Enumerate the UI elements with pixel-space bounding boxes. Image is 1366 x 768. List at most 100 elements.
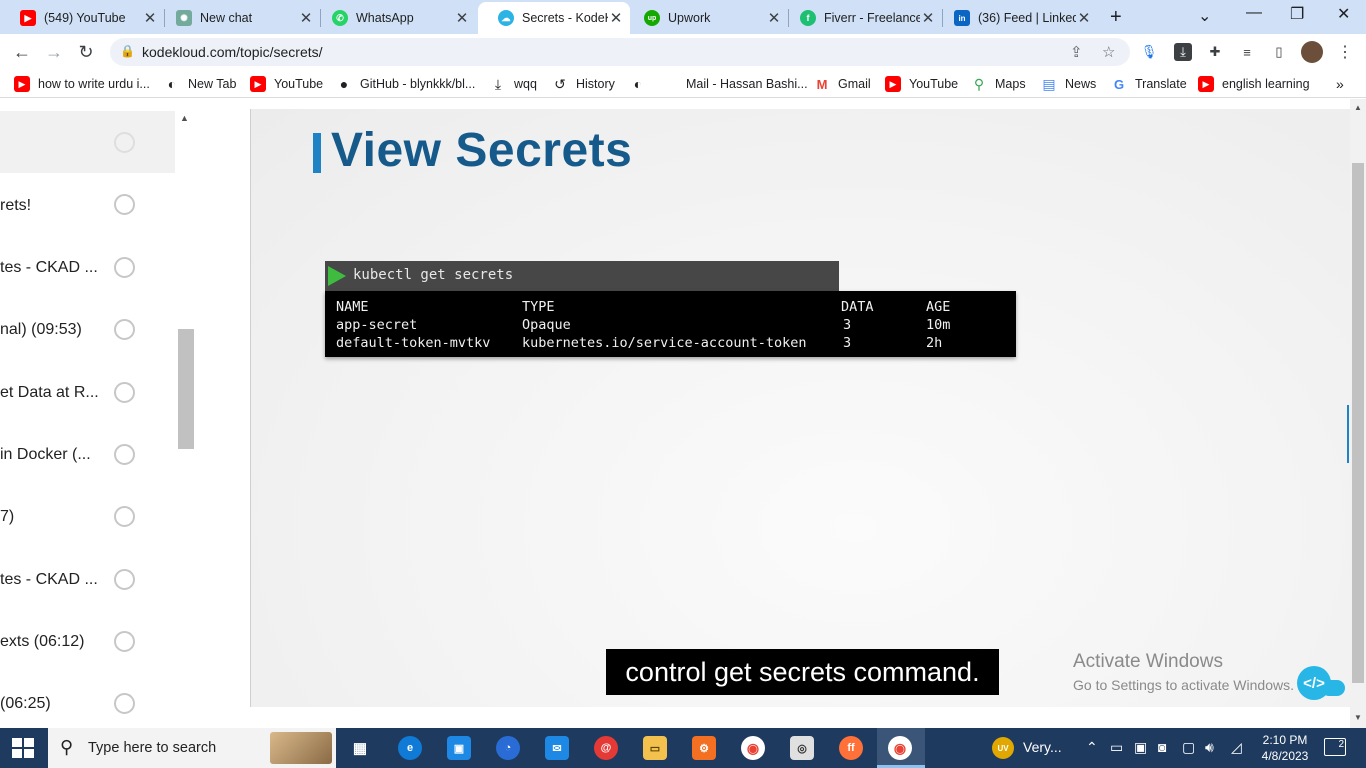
tab-upwork[interactable]: up Upwork ✕ — [624, 2, 788, 34]
app-gear-icon[interactable]: ⚙ — [692, 736, 716, 760]
close-icon[interactable]: ✕ — [454, 9, 470, 27]
completion-circle-icon[interactable] — [114, 132, 135, 153]
notifications-icon[interactable]: 2 — [1324, 738, 1346, 756]
lesson-item[interactable]: et Data at R... — [0, 361, 175, 423]
edge-beta-icon[interactable]: ◔ — [496, 736, 520, 760]
microsoft-store-icon[interactable]: ▣ — [447, 736, 471, 760]
chevron-up-icon[interactable]: ⌃ — [1086, 739, 1098, 756]
bookmark-item[interactable]: ▶ YouTube — [885, 76, 958, 92]
bookmark-item[interactable]: G Translate — [1111, 76, 1187, 92]
lesson-item[interactable]: 7) — [0, 485, 175, 547]
completion-circle-icon[interactable] — [114, 194, 135, 215]
side-drawer-handle[interactable] — [1347, 405, 1349, 463]
menu-icon[interactable]: ⋮ — [1336, 43, 1354, 61]
scroll-down-arrow-icon[interactable]: ▼ — [1354, 713, 1362, 722]
profile-avatar[interactable] — [1301, 41, 1323, 63]
wifi-icon[interactable]: ◿ — [1231, 739, 1242, 756]
volume-icon[interactable]: 🔊︎ — [1205, 739, 1214, 756]
bookmark-star-icon[interactable]: ☆ — [1102, 43, 1115, 61]
system-clock[interactable]: 2:10 PM 4/8/2023 — [1250, 732, 1320, 764]
lesson-item[interactable]: exts (06:12) — [0, 610, 175, 672]
lesson-item[interactable]: rets! — [0, 173, 175, 235]
bookmark-item[interactable]: M Gmail — [814, 76, 871, 92]
share-icon[interactable]: ⇪ — [1070, 43, 1083, 61]
page-scrollbar[interactable]: ▲ ▼ — [1350, 99, 1366, 728]
lesson-item[interactable]: (06:25) — [0, 673, 175, 728]
tab-fiverr[interactable]: f Fiverr - Freelance ✕ — [780, 2, 942, 34]
scroll-up-arrow-icon[interactable]: ▲ — [180, 113, 189, 123]
bookmark-item[interactable]: ● GitHub - blynkkk/bl... — [336, 76, 476, 92]
bookmark-item[interactable]: ↺ History — [552, 76, 615, 92]
edge-icon[interactable]: e — [398, 736, 422, 760]
lock-icon[interactable]: 🔒 — [120, 44, 135, 58]
restore-button[interactable]: ❐ — [1290, 4, 1304, 24]
firefox-icon[interactable]: ff — [839, 736, 863, 760]
completion-circle-icon[interactable] — [114, 693, 135, 714]
code-widget-icon[interactable]: </> — [1297, 666, 1331, 700]
bookmark-item[interactable]: ▶ YouTube — [250, 76, 323, 92]
completion-circle-icon[interactable] — [114, 569, 135, 590]
whatsapp-icon: ✆ — [332, 10, 348, 26]
completion-circle-icon[interactable] — [114, 631, 135, 652]
bookmark-item[interactable]: Mail - Hassan Bashi... — [662, 76, 808, 92]
side-panel-icon[interactable]: ▯ — [1270, 43, 1288, 61]
taskbar-search-box[interactable]: ⚲ Type here to search — [48, 728, 336, 768]
new-tab-button[interactable]: + — [1110, 6, 1122, 29]
mail-icon[interactable]: ✉ — [545, 736, 569, 760]
bookmark-item[interactable]: ▶ english learning — [1198, 76, 1310, 92]
page-scrollbar-thumb[interactable] — [1352, 163, 1364, 683]
bookmark-item[interactable]: ◐ New Tab — [164, 76, 237, 92]
completion-circle-icon[interactable] — [114, 506, 135, 527]
media-control-icon[interactable]: ≡ — [1238, 43, 1256, 61]
windows-start-icon[interactable] — [12, 738, 34, 758]
bookmark-item[interactable]: ▤ News — [1041, 76, 1096, 92]
close-icon[interactable]: ✕ — [608, 9, 624, 27]
chrome-active-icon[interactable]: ◉ — [888, 736, 912, 760]
lesson-item[interactable]: tes - CKAD ... — [0, 236, 175, 298]
file-explorer-icon[interactable]: ▭ — [643, 736, 667, 760]
minimize-button[interactable]: — — [1246, 4, 1262, 22]
network-adapter-icon[interactable]: ▭ — [1110, 739, 1123, 756]
chrome-icon[interactable]: ◉ — [741, 736, 765, 760]
camera-app-icon[interactable]: ◎ — [790, 736, 814, 760]
completion-circle-icon[interactable] — [114, 444, 135, 465]
bookmark-item[interactable]: ◐ — [630, 76, 654, 92]
more-bookmarks-icon[interactable]: » — [1336, 76, 1344, 92]
tab-whatsapp[interactable]: ✆ WhatsApp ✕ — [312, 2, 476, 34]
window-close-button[interactable]: ✕ — [1337, 4, 1350, 24]
bookmark-item[interactable]: ⤓ wqq — [490, 76, 537, 92]
display-icon[interactable]: ▢ — [1182, 739, 1195, 756]
tab-linkedin[interactable]: in (36) Feed | LinkedIn ✕ — [934, 2, 1098, 34]
video-player[interactable]: View Secrets kubectl get secrets NAME TY… — [250, 109, 1350, 707]
lesson-item[interactable]: in Docker (... — [0, 423, 175, 485]
address-bar[interactable]: 🔒 kodekloud.com/topic/secrets/ ⇪ ☆ — [110, 38, 1130, 66]
app-spiral-icon[interactable]: @ — [594, 736, 618, 760]
microphone-icon[interactable]: 🎙 — [1140, 43, 1158, 61]
meet-now-icon[interactable]: ▣ — [1134, 739, 1147, 756]
tab-secrets-kodekloud[interactable]: ☁ Secrets - KodeKloud ✕ — [478, 2, 630, 34]
extensions-icon[interactable]: ✚ — [1206, 43, 1224, 61]
tab-search-icon[interactable]: ⌄ — [1198, 6, 1211, 26]
download-extension-icon[interactable]: ⤓ — [1174, 43, 1192, 61]
weather-text[interactable]: Very... — [1023, 739, 1062, 755]
bookmark-item[interactable]: ⚲ Maps — [971, 76, 1026, 92]
completion-circle-icon[interactable] — [114, 382, 135, 403]
completion-circle-icon[interactable] — [114, 257, 135, 278]
url-text[interactable]: kodekloud.com/topic/secrets/ — [142, 44, 323, 60]
bookmark-item[interactable]: ▶ how to write urdu i... — [14, 76, 150, 92]
lesson-item[interactable] — [0, 111, 175, 173]
lesson-item[interactable]: nal) (09:53) — [0, 298, 175, 360]
uv-weather-icon[interactable]: UV — [992, 737, 1014, 759]
tab-new-chat[interactable]: ✺ New chat ✕ — [156, 2, 320, 34]
lesson-item[interactable]: tes - CKAD ... — [0, 548, 175, 610]
scroll-up-arrow-icon[interactable]: ▲ — [1354, 103, 1362, 112]
completion-circle-icon[interactable] — [114, 319, 135, 340]
back-icon[interactable]: ← — [10, 40, 34, 64]
sidebar-scrollbar-thumb[interactable] — [178, 329, 194, 449]
close-icon[interactable]: ✕ — [1076, 9, 1092, 27]
reload-icon[interactable]: ↻ — [74, 40, 98, 64]
webcam-icon[interactable]: ◙ — [1158, 739, 1166, 755]
task-view-icon[interactable]: ▦ — [348, 736, 372, 760]
forward-icon[interactable]: → — [42, 40, 66, 64]
tab-youtube[interactable]: ▶ (549) YouTube ✕ — [0, 2, 164, 34]
